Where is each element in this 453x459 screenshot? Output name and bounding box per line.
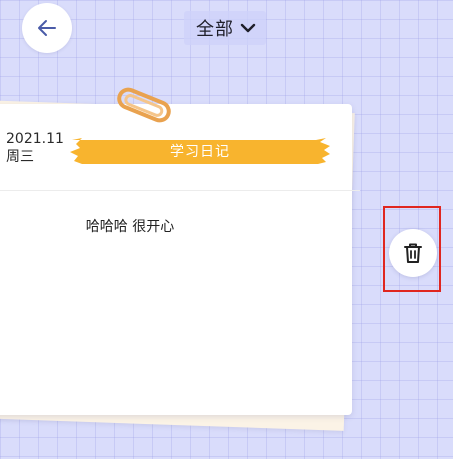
weekday-text: 周三 (6, 149, 34, 166)
category-filter-dropdown[interactable]: 全部 (184, 11, 266, 45)
trash-icon (404, 243, 422, 263)
diary-card[interactable]: 2021.11 周三 学习日记 哈哈哈 很开心 (0, 104, 360, 415)
category-tape: 学习日记 (68, 134, 332, 168)
filter-label: 全部 (196, 19, 234, 40)
delete-button[interactable] (389, 229, 437, 277)
paper-clip-icon (112, 84, 176, 136)
chevron-down-icon (240, 22, 256, 34)
back-button[interactable] (22, 3, 72, 53)
diary-content: 哈哈哈 很开心 (85, 219, 175, 235)
arrow-left-icon (38, 20, 56, 36)
divider (0, 190, 360, 191)
date-text: 2021.11 (6, 131, 64, 147)
diary-date: 2021.11 周三 (6, 130, 64, 166)
category-label: 学习日记 (170, 144, 230, 160)
